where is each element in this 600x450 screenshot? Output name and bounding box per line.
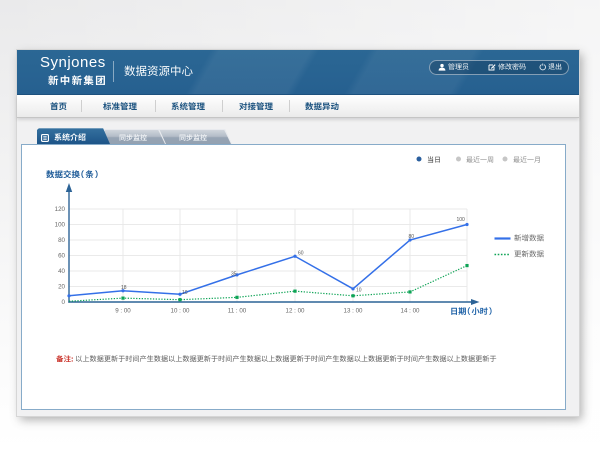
svg-text:14 : 00: 14 : 00 [401, 308, 420, 315]
svg-text:11 : 00: 11 : 00 [228, 308, 247, 315]
svg-text:80: 80 [58, 237, 65, 244]
svg-text:60: 60 [58, 253, 65, 260]
svg-text:10: 10 [356, 288, 362, 294]
svg-text:0: 0 [62, 299, 66, 306]
svg-text:20: 20 [58, 284, 65, 291]
svg-text:18: 18 [121, 285, 127, 291]
svg-text:9 : 00: 9 : 00 [115, 308, 131, 315]
svg-text:100: 100 [55, 222, 66, 229]
svg-text:80: 80 [409, 234, 415, 240]
svg-text:13 : 00: 13 : 00 [344, 308, 363, 315]
svg-text:10 : 00: 10 : 00 [171, 308, 190, 315]
svg-text:12 : 00: 12 : 00 [286, 308, 305, 315]
svg-text:10: 10 [182, 290, 188, 296]
svg-text:35: 35 [231, 271, 237, 277]
svg-text:100: 100 [457, 217, 466, 223]
svg-text:120: 120 [55, 206, 66, 213]
svg-text:40: 40 [58, 268, 65, 275]
svg-text:60: 60 [298, 250, 304, 256]
